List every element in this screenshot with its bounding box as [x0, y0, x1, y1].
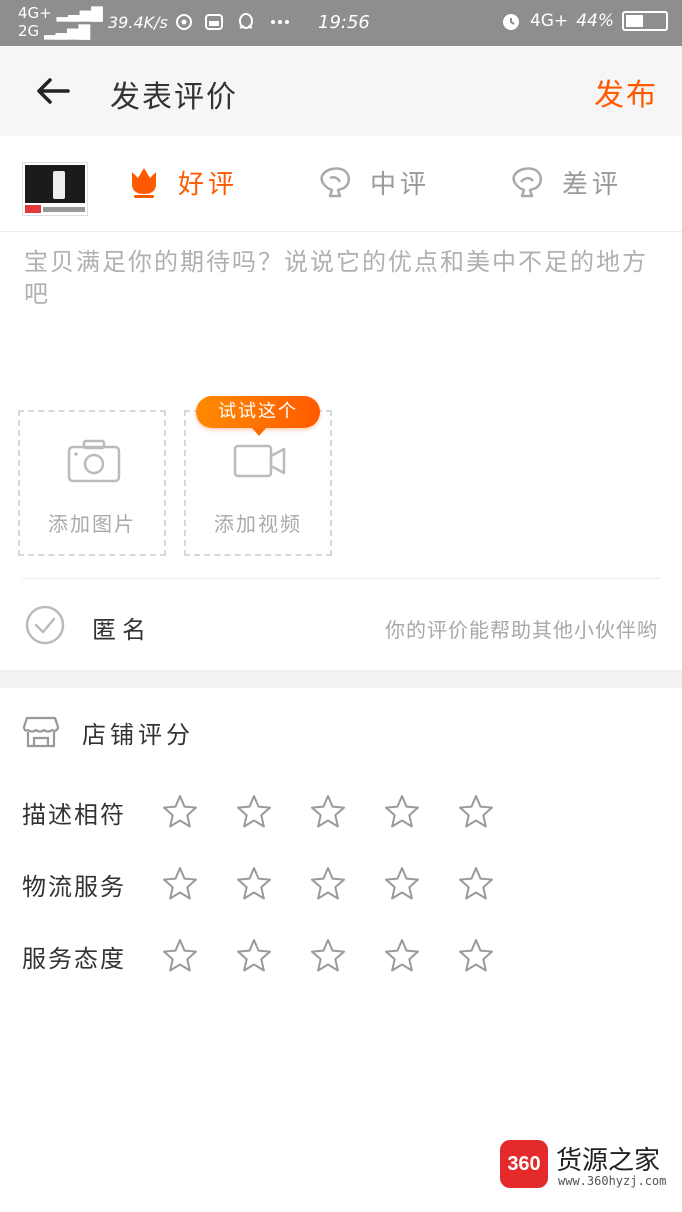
battery-icon [622, 11, 668, 31]
star-icon[interactable] [384, 794, 420, 830]
rating-option-label: 好评 [178, 169, 239, 200]
star-icon[interactable] [236, 938, 272, 974]
anonymous-row: 匿名 你的评价能帮助其他小伙伴哟 [0, 580, 682, 670]
app-notification-icon [205, 14, 223, 30]
camera-icon [67, 439, 121, 483]
rating-option-label: 中评 [370, 169, 431, 200]
star-icon[interactable] [384, 866, 420, 902]
add-photo-button[interactable]: 添加图片 [18, 410, 166, 556]
watermark-name: 货源之家 [556, 1146, 661, 1176]
rating-option-good[interactable]: 好评 [124, 162, 238, 202]
star-icon[interactable] [162, 794, 198, 830]
star-icon[interactable] [310, 938, 346, 974]
star-icon[interactable] [458, 794, 494, 830]
star-icon[interactable] [310, 794, 346, 830]
shop-score-header: 店铺评分 [22, 714, 194, 750]
alarm-icon [502, 14, 519, 30]
score-row-description: 描述相符 [22, 788, 494, 836]
network-type: 4G+ [529, 11, 569, 31]
score-label: 服务态度 [22, 944, 126, 973]
star-icon[interactable] [236, 866, 272, 902]
section-gap [0, 670, 682, 688]
shop-score-title: 店铺评分 [82, 720, 194, 749]
publish-button[interactable]: 发布 [594, 70, 658, 114]
star-rating-description[interactable] [162, 794, 494, 830]
star-icon[interactable] [162, 866, 198, 902]
score-label: 物流服务 [22, 872, 126, 901]
star-icon[interactable] [236, 794, 272, 830]
watermark-logo: 360 货源之家 www.360hyzj.com [500, 1138, 670, 1194]
anonymous-checkbox[interactable] [24, 604, 66, 646]
divider [22, 578, 660, 579]
store-icon [22, 716, 60, 748]
video-camera-icon [233, 444, 286, 478]
status-right: 4G+ 44% [500, 10, 668, 32]
anonymous-hint: 你的评价能帮助其他小伙伴哟 [385, 618, 658, 642]
flower-outline-icon [320, 167, 350, 198]
star-icon[interactable] [384, 938, 420, 974]
product-thumbnail [22, 162, 88, 216]
add-photo-label: 添加图片 [48, 512, 136, 536]
rating-option-label: 差评 [562, 169, 623, 200]
add-video-label: 添加视频 [214, 512, 302, 536]
sync-icon [176, 14, 192, 30]
more-dots-icon [271, 20, 289, 24]
score-label: 描述相符 [22, 800, 126, 829]
anonymous-label: 匿名 [92, 616, 152, 644]
star-icon[interactable] [162, 938, 198, 974]
wilted-flower-icon [512, 167, 542, 198]
status-bar: 4G+ ▂▃▅▇ 2G ▂▃▅▇ 39.4K/s 19:56 4G+ 44% [0, 0, 682, 46]
watermark-badge: 360 [500, 1140, 548, 1188]
star-icon[interactable] [458, 866, 494, 902]
watermark-url: www.360hyzj.com [558, 1174, 667, 1188]
score-row-logistics: 物流服务 [22, 860, 494, 908]
score-row-service: 服务态度 [22, 932, 494, 980]
page-header: 发表评价 发布 [0, 46, 682, 136]
star-rating-service[interactable] [162, 938, 494, 974]
star-icon[interactable] [458, 938, 494, 974]
star-icon[interactable] [310, 866, 346, 902]
page-title: 发表评价 [110, 80, 238, 115]
network-speed: 39.4K/s [108, 13, 168, 32]
star-rating-logistics[interactable] [162, 866, 494, 902]
battery-percent: 44% [576, 11, 614, 31]
rating-selector: 好评 中评 差评 [0, 136, 682, 232]
qq-icon [239, 13, 253, 29]
rating-option-bad[interactable]: 差评 [508, 162, 622, 202]
tulip-good-icon [132, 168, 156, 198]
review-textarea[interactable]: 宝贝满足你的期待吗？说说它的优点和美中不足的地方吧 [24, 246, 664, 310]
network-indicator: 4G+ ▂▃▅▇ 2G ▂▃▅▇ [18, 4, 103, 40]
rating-option-neutral[interactable]: 中评 [316, 162, 430, 202]
back-arrow-icon[interactable] [34, 74, 74, 108]
try-this-tooltip: 试试这个 [196, 396, 320, 436]
clock: 19:56 [318, 12, 370, 33]
